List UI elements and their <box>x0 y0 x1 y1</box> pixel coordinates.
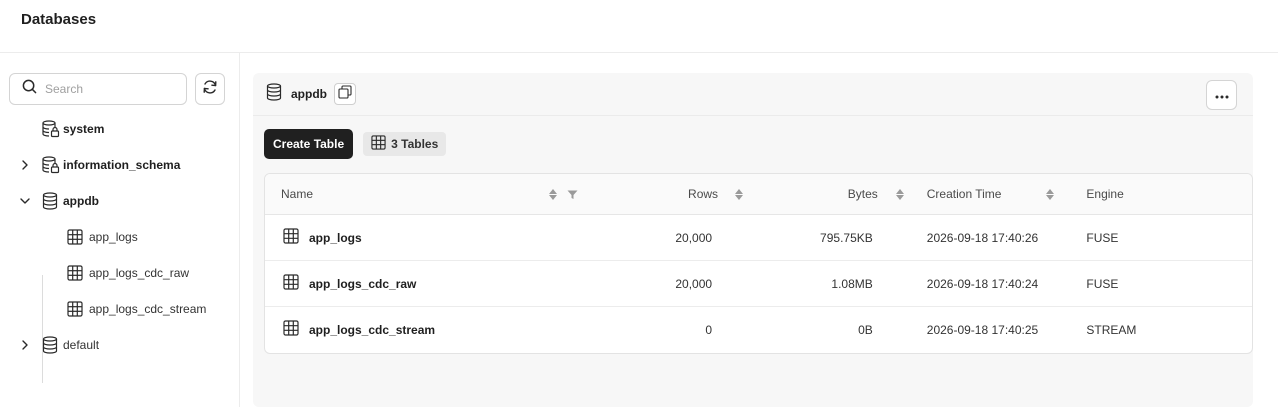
column-header-rows[interactable]: Rows <box>585 174 746 215</box>
sort-icon[interactable] <box>735 188 744 200</box>
database-icon <box>41 192 61 210</box>
search-row <box>9 73 229 105</box>
search-box[interactable] <box>9 73 187 105</box>
cell-name[interactable]: app_logs <box>265 214 586 261</box>
column-label: Creation Time <box>926 187 1002 201</box>
column-label: Engine <box>1086 187 1124 201</box>
chevron-down-icon[interactable] <box>18 194 32 208</box>
tree-item-information-schema[interactable]: information_schema <box>9 147 229 183</box>
search-icon <box>22 79 37 99</box>
column-header-name[interactable]: Name <box>265 174 586 215</box>
tree-item-appdb[interactable]: appdb <box>9 183 229 219</box>
database-panel: appdb Create Table 3 Tables Name Rows By… <box>253 73 1253 407</box>
create-table-button[interactable]: Create Table <box>264 129 354 159</box>
tree-item-system[interactable]: system <box>9 111 229 147</box>
table-grid-icon <box>371 135 386 153</box>
more-horizontal-icon <box>1215 86 1229 104</box>
table-grid-icon <box>283 274 299 293</box>
cell-name[interactable]: app_logs_cdc_stream <box>265 307 585 353</box>
tables-count-badge: 3 Tables <box>363 132 447 156</box>
copy-icon <box>338 84 352 104</box>
cell-name[interactable]: app_logs_cdc_raw <box>265 260 586 307</box>
sort-icon[interactable] <box>895 188 904 200</box>
database-lock-icon <box>41 156 61 174</box>
copy-button[interactable] <box>334 83 356 105</box>
page-title: Databases <box>21 11 97 28</box>
table-header-row: Name Rows Bytes Creation Time Engine <box>265 174 1252 215</box>
filter-icon[interactable] <box>567 189 578 203</box>
search-input[interactable] <box>45 82 175 96</box>
table-grid-icon <box>283 228 299 247</box>
main-content: appdb Create Table 3 Tables Name Rows By… <box>240 53 1278 407</box>
chevron-right-icon[interactable] <box>18 158 32 172</box>
layout: system information_schema appdb <box>0 53 1278 407</box>
table-name[interactable]: app_logs <box>309 231 362 245</box>
tree-child-label: app_logs_cdc_raw <box>89 266 190 280</box>
database-tree-sidebar: system information_schema appdb <box>0 53 240 407</box>
table-name[interactable]: app_logs_cdc_stream <box>309 323 435 337</box>
refresh-button[interactable] <box>195 73 225 105</box>
cell-bytes: 0B <box>858 322 873 337</box>
cell-creation-time: 2026-09-18 17:40:26 <box>905 214 1066 261</box>
column-header-creation-time[interactable]: Creation Time <box>905 174 1066 215</box>
chevron-right-icon[interactable] <box>18 338 32 352</box>
page-header: Databases <box>0 0 1278 53</box>
table-row[interactable]: app_logs_cdc_raw 20,000 1.08MB 2026-09-1… <box>265 260 1252 307</box>
table-grid-icon <box>67 265 83 286</box>
cell-engine: FUSE <box>1065 214 1252 261</box>
column-label: Bytes <box>847 187 878 201</box>
tree-child-table[interactable]: app_logs_cdc_stream <box>9 291 229 327</box>
column-label: Rows <box>688 187 719 201</box>
table-row[interactable]: app_logs 20,000 795.75KB 2026-09-18 17:4… <box>265 214 1252 261</box>
column-header-bytes[interactable]: Bytes <box>745 174 906 215</box>
tree-item-label: default <box>63 338 100 352</box>
table-grid-icon <box>67 301 83 322</box>
sort-icon[interactable] <box>1045 188 1054 200</box>
table-row[interactable]: app_logs_cdc_stream 0 0B 2026-09-18 17:4… <box>265 307 1252 353</box>
tree-item-label: appdb <box>63 194 99 208</box>
tree-child-label: app_logs_cdc_stream <box>89 302 207 316</box>
cell-rows: 20,000 <box>585 214 746 261</box>
cell-rows: 0 <box>705 322 713 337</box>
database-name: appdb <box>291 87 327 101</box>
table-actions: Create Table 3 Tables <box>253 116 1253 159</box>
cell-creation-time: 2026-09-18 17:40:25 <box>926 322 1039 337</box>
more-options-button[interactable] <box>1206 80 1237 110</box>
table-grid-icon <box>283 320 299 339</box>
cell-bytes: 795.75KB <box>745 214 906 261</box>
column-header-engine[interactable]: Engine <box>1065 174 1252 215</box>
column-label: Name <box>281 187 314 201</box>
database-lock-icon <box>41 120 61 138</box>
cell-rows: 20,000 <box>585 260 746 307</box>
database-panel-header: appdb <box>253 73 1253 116</box>
tables-table: Name Rows Bytes Creation Time Engine app… <box>264 173 1253 354</box>
tree-child-table[interactable]: app_logs <box>9 219 229 255</box>
cell-engine: STREAM <box>1086 322 1137 337</box>
cell-engine: FUSE <box>1065 260 1252 307</box>
tables-count-label: 3 Tables <box>391 137 439 151</box>
tree-item-default[interactable]: default <box>9 327 229 363</box>
database-icon <box>265 82 283 106</box>
refresh-icon <box>202 79 218 100</box>
table-name[interactable]: app_logs_cdc_raw <box>309 277 416 291</box>
table-grid-icon <box>67 229 83 250</box>
tree-child-label: app_logs <box>89 230 138 244</box>
cell-bytes: 1.08MB <box>745 260 906 307</box>
database-icon <box>41 336 61 354</box>
tree-item-label: system <box>63 122 105 136</box>
tree-child-table[interactable]: app_logs_cdc_raw <box>9 255 229 291</box>
sort-icon[interactable] <box>549 188 557 200</box>
cell-creation-time: 2026-09-18 17:40:24 <box>905 260 1066 307</box>
tree-item-label: information_schema <box>63 158 181 172</box>
